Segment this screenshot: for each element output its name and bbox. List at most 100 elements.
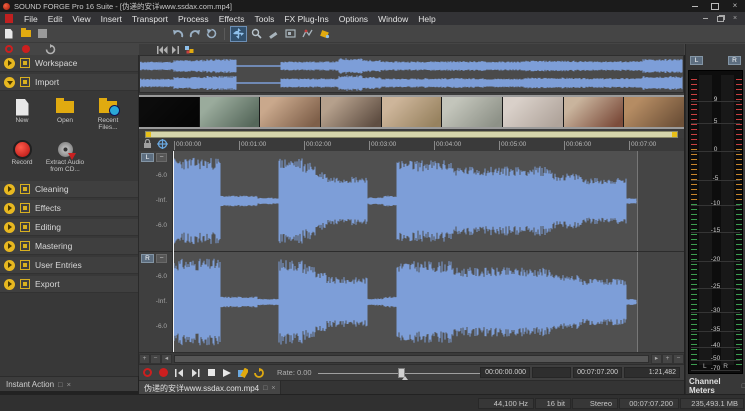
channels-status[interactable]: Stereo	[572, 398, 618, 409]
maximize-button[interactable]	[705, 0, 725, 12]
sample-count-display[interactable]: 1:21,482	[624, 367, 680, 378]
sample-rate-status[interactable]: 44,100 Hz	[478, 398, 534, 409]
menu-file[interactable]: File	[19, 14, 43, 24]
meter-right-button[interactable]: R	[728, 56, 741, 65]
menu-edit[interactable]: Edit	[43, 14, 68, 24]
close-panel-icon[interactable]: ×	[67, 380, 71, 389]
paint-tool-button[interactable]	[317, 27, 332, 41]
go-to-end-icon[interactable]	[172, 46, 181, 54]
time-ruler[interactable]: 00:00:0000:01:0000:02:0000:03:0000:04:00…	[139, 138, 684, 152]
loop-playback-button[interactable]	[252, 366, 266, 379]
zoom-in-button[interactable]: +	[662, 354, 673, 364]
zoom-out-time-button[interactable]: −	[150, 354, 161, 364]
lock-icon[interactable]	[142, 139, 153, 149]
sidebar-section-export[interactable]: Export	[0, 276, 138, 293]
playback-cursor[interactable]	[173, 151, 174, 352]
loop-start-marker[interactable]	[146, 132, 151, 137]
undo-button[interactable]	[170, 27, 185, 41]
scrollbar-thumb[interactable]	[175, 356, 648, 362]
restore-tab-icon[interactable]: □	[263, 385, 267, 392]
go-to-end-button[interactable]	[188, 366, 202, 379]
edit-tool-button[interactable]	[266, 27, 281, 41]
record-remote-button[interactable]	[1, 42, 16, 56]
menu-help[interactable]: Help	[413, 14, 440, 24]
document-icon[interactable]	[5, 14, 13, 23]
waveform-display[interactable]: L − -6.0 -Inf. -6.0 R − -6.0 -Inf. -6.0	[139, 151, 684, 352]
menu-window[interactable]: Window	[373, 14, 413, 24]
play-button[interactable]	[220, 366, 234, 379]
marker-tool-icon[interactable]	[185, 46, 194, 54]
document-tab[interactable]: 伪递的安详www.ssdax.com.mp4 □ ×	[139, 381, 281, 395]
menu-fx-plug-ins[interactable]: FX Plug-Ins	[279, 14, 333, 24]
instant-action-tab[interactable]: Instant Action □ ×	[0, 376, 138, 391]
save-button[interactable]	[35, 27, 50, 41]
channel-right[interactable]: R − -6.0 -Inf. -6.0	[139, 252, 684, 352]
scroll-left-button[interactable]: ◂	[161, 354, 172, 364]
menu-effects[interactable]: Effects	[214, 14, 250, 24]
import-open-button[interactable]: Open	[45, 96, 85, 135]
magnify-tool-button[interactable]	[249, 27, 264, 41]
cursor-position-display[interactable]: 00:00:00.000	[480, 367, 530, 378]
close-tab-icon[interactable]: ×	[271, 385, 275, 392]
loop-region-bar[interactable]	[145, 131, 678, 138]
channel-meters-title[interactable]: Channel Meters □	[686, 378, 745, 394]
menu-tools[interactable]: Tools	[250, 14, 280, 24]
level-meter[interactable]: L R 950-5-10-15-20-25-30-35-40-50-70	[688, 70, 743, 374]
repeat-button[interactable]	[204, 27, 219, 41]
redo-button[interactable]	[187, 27, 202, 41]
sidebar-section-import[interactable]: Import	[0, 74, 138, 91]
meter-left-button[interactable]: L	[690, 56, 703, 65]
selection-display[interactable]	[532, 367, 571, 378]
doc-restore-button[interactable]	[714, 14, 726, 23]
length-status[interactable]: 00:07:07.200	[619, 398, 679, 409]
sidebar-section-mastering[interactable]: Mastering	[0, 238, 138, 255]
scroll-right-button[interactable]: ▸	[651, 354, 662, 364]
menu-process[interactable]: Process	[173, 14, 214, 24]
menu-transport[interactable]: Transport	[127, 14, 173, 24]
sidebar-section-user-entries[interactable]: User Entries	[0, 257, 138, 274]
waveform-overview[interactable]	[139, 55, 684, 93]
channel-left[interactable]: L − -6.0 -Inf. -6.0	[139, 151, 684, 251]
new-file-button[interactable]	[1, 27, 16, 41]
float-window-icon[interactable]: □	[58, 380, 63, 389]
loop-playback-button[interactable]	[43, 42, 58, 56]
length-display[interactable]: 00:07:07.200	[573, 367, 622, 378]
record-remote-button[interactable]	[140, 366, 154, 379]
sidebar-section-cleaning[interactable]: Cleaning	[0, 181, 138, 198]
close-button[interactable]: ×	[725, 0, 745, 12]
channel-right-button[interactable]: R	[141, 254, 154, 263]
record-button[interactable]	[18, 42, 33, 56]
sidebar-section-workspace[interactable]: Workspace	[0, 55, 138, 72]
menu-options[interactable]: Options	[334, 14, 373, 24]
event-tool-button[interactable]	[283, 27, 298, 41]
bit-depth-status[interactable]: 16 bit	[535, 398, 571, 409]
pan-tool-button[interactable]	[230, 26, 247, 42]
loop-end-marker[interactable]	[672, 132, 677, 137]
video-thumbnail-strip[interactable]	[139, 95, 684, 129]
zoom-out-button[interactable]: −	[673, 354, 684, 364]
doc-close-button[interactable]: ×	[729, 14, 741, 23]
channel-right-minimize-button[interactable]: −	[156, 254, 167, 263]
rate-slider[interactable]	[318, 367, 486, 379]
sidebar-section-effects[interactable]: Effects	[0, 200, 138, 217]
import-extract-cd-button[interactable]: Extract Audio from CD...	[45, 138, 85, 177]
sync-cursor-icon[interactable]	[157, 139, 168, 149]
import-recent-files-button[interactable]: Recent Files...	[88, 96, 128, 135]
sidebar-section-editing[interactable]: Editing	[0, 219, 138, 236]
stop-button[interactable]	[204, 366, 218, 379]
minimize-button[interactable]	[685, 0, 705, 12]
doc-minimize-button[interactable]	[699, 14, 711, 23]
record-button[interactable]	[156, 366, 170, 379]
go-to-start-icon[interactable]	[157, 46, 168, 54]
zoom-in-time-button[interactable]: +	[139, 354, 150, 364]
open-file-button[interactable]	[18, 27, 33, 41]
menu-view[interactable]: View	[67, 14, 95, 24]
channel-left-minimize-button[interactable]: −	[156, 153, 167, 162]
horizontal-scrollbar[interactable]	[174, 355, 649, 363]
go-to-start-button[interactable]	[172, 366, 186, 379]
channel-left-button[interactable]: L	[141, 153, 154, 162]
envelope-tool-button[interactable]	[300, 27, 315, 41]
free-space-status[interactable]: 235,493.1 MB	[680, 398, 744, 409]
menu-insert[interactable]: Insert	[96, 14, 127, 24]
import-new-button[interactable]: New	[2, 96, 42, 135]
